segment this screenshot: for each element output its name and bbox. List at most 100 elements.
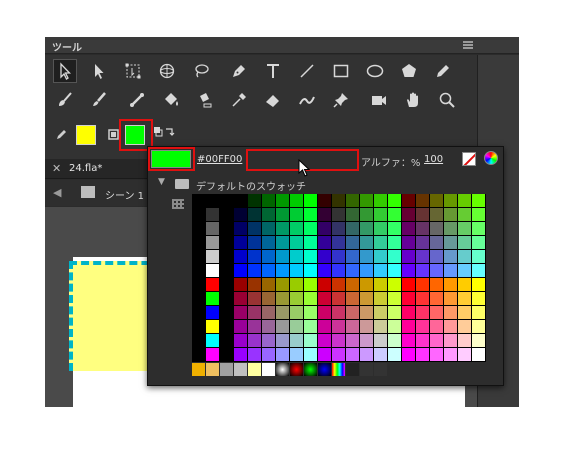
swatch-cell[interactable] bbox=[346, 306, 359, 319]
gradient-swatch[interactable] bbox=[318, 363, 331, 376]
camera-icon[interactable] bbox=[367, 88, 391, 112]
no-color-icon[interactable] bbox=[462, 152, 476, 166]
swatch-cell[interactable] bbox=[276, 306, 289, 319]
swatch-cell[interactable] bbox=[262, 236, 275, 249]
pencil-icon[interactable] bbox=[431, 59, 455, 83]
swatch-cell[interactable] bbox=[206, 306, 219, 319]
oval-icon[interactable] bbox=[363, 59, 387, 83]
swatch-cell[interactable] bbox=[472, 334, 485, 347]
swatch-cell[interactable] bbox=[304, 334, 317, 347]
chevron-down-icon[interactable]: ▼ bbox=[158, 177, 165, 187]
swatch-cell[interactable] bbox=[444, 208, 457, 221]
swatch-cell[interactable] bbox=[444, 236, 457, 249]
swatch-cell[interactable] bbox=[290, 250, 303, 263]
close-tab-icon[interactable]: ✕ bbox=[52, 162, 61, 175]
swatch-cell[interactable] bbox=[304, 222, 317, 235]
swatch-cell[interactable] bbox=[416, 278, 429, 291]
swatch-cell[interactable] bbox=[346, 348, 359, 361]
swatch-cell[interactable] bbox=[206, 250, 219, 263]
bone-icon[interactable] bbox=[125, 88, 149, 112]
swatch-cell[interactable] bbox=[374, 236, 387, 249]
swatch-cell[interactable] bbox=[234, 264, 247, 277]
swatch-cell[interactable] bbox=[444, 194, 457, 207]
swatch-cell[interactable] bbox=[458, 348, 471, 361]
swatch-cell[interactable] bbox=[444, 278, 457, 291]
gradient-swatch[interactable] bbox=[192, 363, 205, 376]
swatch-cell[interactable] bbox=[290, 194, 303, 207]
swatch-cell[interactable] bbox=[290, 236, 303, 249]
swatch-cell[interactable] bbox=[248, 264, 261, 277]
swatch-cell[interactable] bbox=[430, 236, 443, 249]
swatch-cell[interactable] bbox=[304, 250, 317, 263]
swatch-cell[interactable] bbox=[360, 222, 373, 235]
swatch-cell[interactable] bbox=[374, 222, 387, 235]
swatch-cell[interactable] bbox=[458, 278, 471, 291]
swatch-cell[interactable] bbox=[262, 222, 275, 235]
swatch-cell[interactable] bbox=[458, 208, 471, 221]
swatch-cell[interactable] bbox=[290, 320, 303, 333]
grid-view-icon[interactable] bbox=[172, 199, 184, 209]
swatch-cell[interactable] bbox=[248, 306, 261, 319]
swatch-cell[interactable] bbox=[206, 278, 219, 291]
swatch-cell[interactable] bbox=[402, 306, 415, 319]
swatch-cell[interactable] bbox=[234, 306, 247, 319]
swatch-cell[interactable] bbox=[318, 236, 331, 249]
swatch-cell[interactable] bbox=[402, 222, 415, 235]
swatch-cell[interactable] bbox=[374, 264, 387, 277]
swatch-cell[interactable] bbox=[234, 222, 247, 235]
swatch-cell[interactable] bbox=[346, 236, 359, 249]
swatch-cell[interactable] bbox=[472, 306, 485, 319]
swatch-cell[interactable] bbox=[276, 222, 289, 235]
line-icon[interactable] bbox=[295, 59, 319, 83]
swatch-cell[interactable] bbox=[262, 278, 275, 291]
swatch-cell[interactable] bbox=[304, 236, 317, 249]
swatch-cell[interactable] bbox=[472, 278, 485, 291]
ink-bottle-icon[interactable] bbox=[193, 88, 217, 112]
swatch-cell[interactable] bbox=[374, 348, 387, 361]
swatch-cell[interactable] bbox=[318, 222, 331, 235]
swatch-cell[interactable] bbox=[262, 348, 275, 361]
swatch-cell[interactable] bbox=[290, 264, 303, 277]
swatch-cell[interactable] bbox=[416, 222, 429, 235]
swatch-cell[interactable] bbox=[388, 236, 401, 249]
back-arrow-icon[interactable]: ◀ bbox=[53, 186, 61, 199]
swatch-cell[interactable] bbox=[444, 334, 457, 347]
swatch-cell[interactable] bbox=[416, 264, 429, 277]
swatch-cell[interactable] bbox=[472, 264, 485, 277]
swatch-cell[interactable] bbox=[262, 208, 275, 221]
swatch-cell[interactable] bbox=[360, 208, 373, 221]
swatch-cell[interactable] bbox=[332, 278, 345, 291]
swatch-cell[interactable] bbox=[332, 334, 345, 347]
swatch-cell[interactable] bbox=[360, 194, 373, 207]
swatch-cell[interactable] bbox=[332, 264, 345, 277]
swatch-cell[interactable] bbox=[360, 278, 373, 291]
swatch-cell[interactable] bbox=[402, 250, 415, 263]
swatch-cell[interactable] bbox=[416, 320, 429, 333]
swatch-cell[interactable] bbox=[290, 306, 303, 319]
swatch-cell[interactable] bbox=[206, 264, 219, 277]
swatch-cell[interactable] bbox=[318, 278, 331, 291]
swatch-cell[interactable] bbox=[248, 320, 261, 333]
swatch-cell[interactable] bbox=[402, 194, 415, 207]
swatch-cell[interactable] bbox=[346, 222, 359, 235]
gradient-swatch[interactable] bbox=[360, 363, 373, 376]
swatch-cell[interactable] bbox=[430, 222, 443, 235]
swatch-cell[interactable] bbox=[444, 320, 457, 333]
swatch-cell[interactable] bbox=[304, 306, 317, 319]
swatch-cell[interactable] bbox=[472, 250, 485, 263]
swatch-cell[interactable] bbox=[346, 194, 359, 207]
pin-icon[interactable] bbox=[329, 88, 353, 112]
swatch-cell[interactable] bbox=[318, 348, 331, 361]
swatch-cell[interactable] bbox=[458, 306, 471, 319]
swatch-cell[interactable] bbox=[206, 208, 219, 221]
swatch-cell[interactable] bbox=[248, 222, 261, 235]
swatch-cell[interactable] bbox=[262, 194, 275, 207]
swatch-cell[interactable] bbox=[374, 250, 387, 263]
swatch-cell[interactable] bbox=[402, 264, 415, 277]
swatch-cell[interactable] bbox=[290, 292, 303, 305]
swatch-cell[interactable] bbox=[402, 236, 415, 249]
swatch-cell[interactable] bbox=[290, 278, 303, 291]
swatch-cell[interactable] bbox=[276, 194, 289, 207]
swatch-cell[interactable] bbox=[318, 194, 331, 207]
gradient-swatch-row[interactable] bbox=[192, 363, 392, 377]
